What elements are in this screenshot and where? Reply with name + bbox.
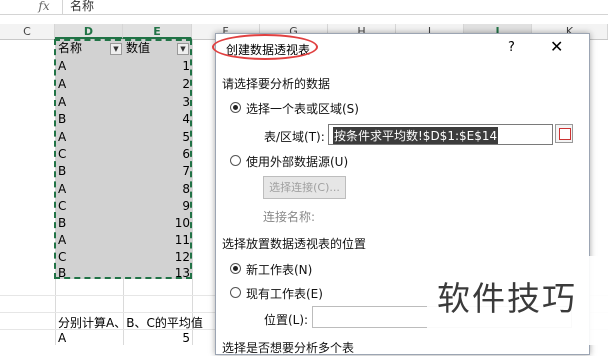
section-choose-data: 请选择要分析的数据: [222, 77, 331, 91]
result-cell-value[interactable]: 5: [124, 330, 190, 346]
result-cell-name[interactable]: A: [58, 330, 66, 346]
option-external-source-label[interactable]: 使用外部数据源(U): [246, 153, 348, 170]
formula-bar-content[interactable]: 名称: [70, 0, 94, 14]
help-icon[interactable]: ?: [508, 40, 515, 55]
range-input[interactable]: 按条件求平均数!$D$1:$E$14: [328, 124, 553, 145]
range-picker-icon[interactable]: [555, 124, 573, 143]
connection-name-label: 连接名称:: [263, 210, 316, 224]
note-text[interactable]: 分别计算A、B、C的平均值: [58, 314, 203, 331]
range-label: 表/区域(T):: [264, 130, 325, 144]
column-header-e[interactable]: E: [123, 24, 192, 39]
option-select-table-label[interactable]: 选择一个表或区域(S): [246, 100, 359, 117]
column-header-c[interactable]: C: [0, 24, 55, 39]
fx-icon[interactable]: fx: [26, 0, 63, 14]
option-existing-sheet-label[interactable]: 现有工作表(E): [246, 285, 323, 302]
section-multiple-tables: 选择是否想要分析多个表: [222, 341, 355, 355]
highlight-oval: [212, 34, 318, 60]
column-header-d[interactable]: D: [55, 24, 123, 39]
range-input-value: 按条件求平均数!$D$1:$E$14: [333, 127, 499, 144]
radio-new-sheet[interactable]: [230, 263, 241, 274]
location-label: 位置(L):: [264, 313, 309, 327]
watermark-text: 软件技巧: [437, 279, 577, 318]
radio-select-table[interactable]: [230, 102, 241, 113]
copy-marquee: [54, 39, 192, 279]
grid-line: [192, 40, 193, 345]
radio-external-source[interactable]: [230, 155, 241, 166]
choose-connection-button[interactable]: 选择连接(C)...: [263, 176, 346, 199]
option-new-sheet-label[interactable]: 新工作表(N): [246, 261, 312, 278]
radio-existing-sheet[interactable]: [230, 287, 241, 298]
close-icon[interactable]: ✕: [550, 37, 563, 56]
section-choose-location: 选择放置数据透视表的位置: [222, 237, 367, 251]
